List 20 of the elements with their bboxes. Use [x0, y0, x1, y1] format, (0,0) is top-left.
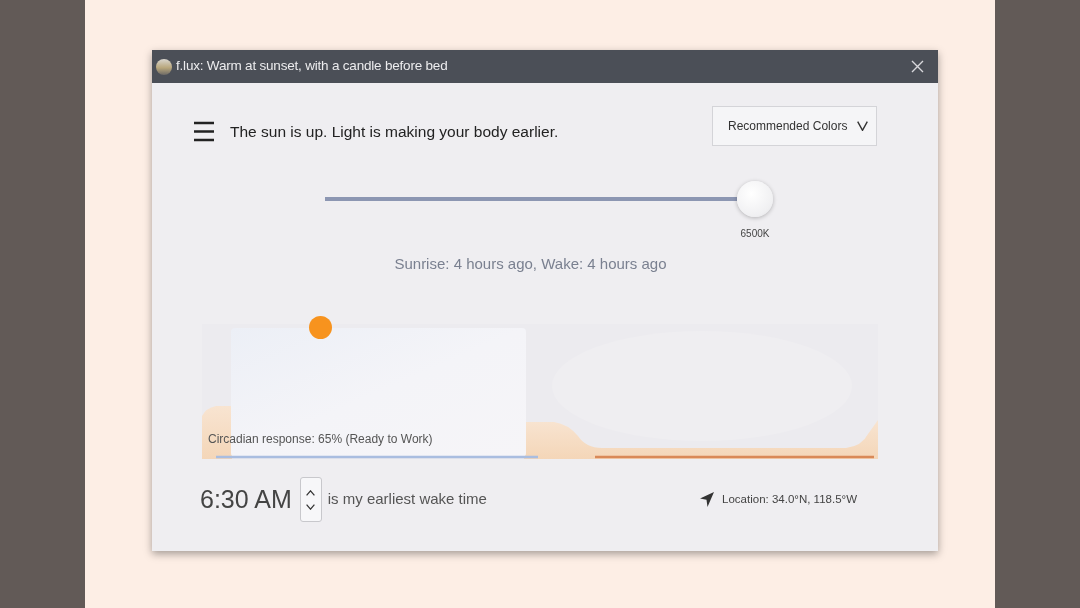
window-title: f.lux: Warm at sunset, with a candle before bed [176, 57, 448, 76]
circadian-response-text: Circadian response: 65% (Ready to Work) [208, 431, 433, 448]
slider-track[interactable] [325, 197, 737, 201]
sun-icon [309, 316, 332, 339]
color-temperature-label: 6500K [740, 227, 770, 241]
chevron-up-icon[interactable] [306, 489, 316, 496]
app-icon [156, 58, 172, 75]
chevron-down-icon [857, 121, 868, 131]
location-arrow-icon [700, 492, 715, 507]
menu-icon[interactable] [194, 121, 214, 143]
chevron-down-icon[interactable] [306, 503, 316, 510]
location-text: Location: 34.0°N, 118.5°W [722, 491, 857, 507]
slider-thumb[interactable] [737, 181, 773, 217]
status-message: The sun is up. Light is making your body earlier. [230, 122, 559, 142]
wake-time-value: 6:30 AM [200, 483, 292, 515]
colors-dropdown[interactable]: Recommended Colors [712, 106, 877, 146]
sun-times-text: Sunrise: 4 hours ago, Wake: 4 hours ago [393, 254, 668, 274]
close-icon [911, 60, 924, 73]
wake-time-caption: is my earliest wake time [327, 489, 487, 510]
time-spinner[interactable] [299, 477, 322, 522]
